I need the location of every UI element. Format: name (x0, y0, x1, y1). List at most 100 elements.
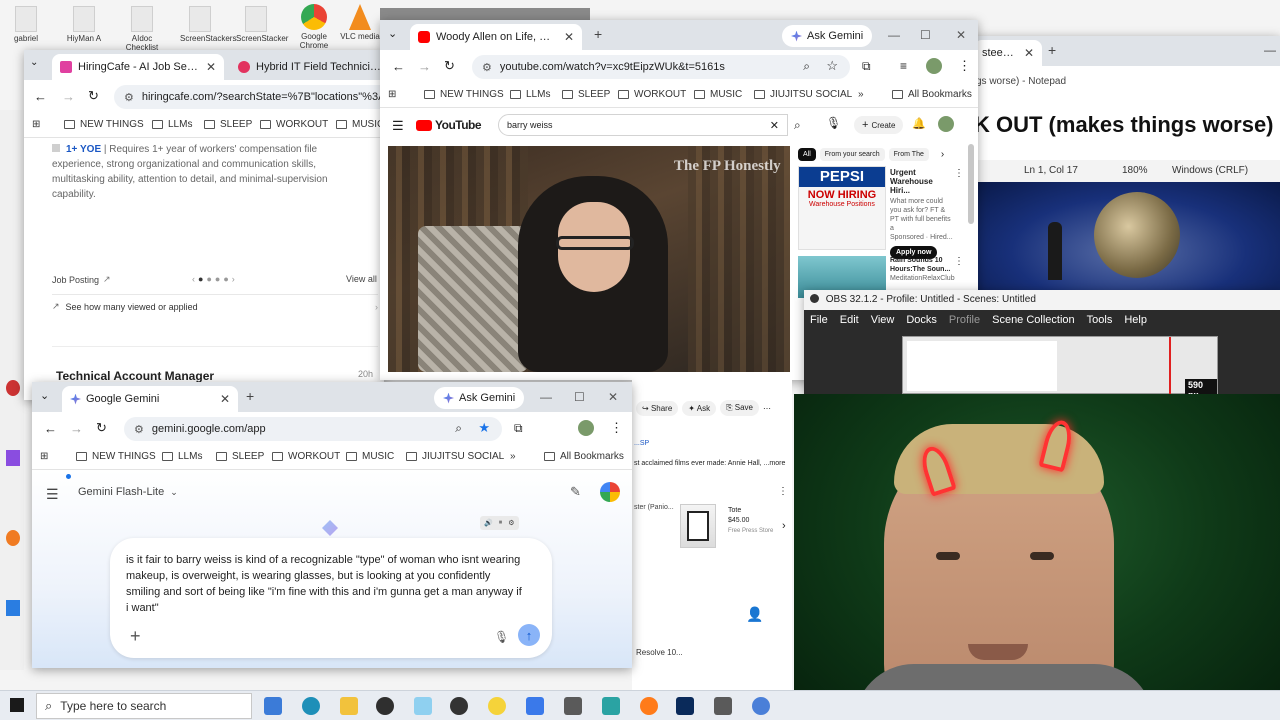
app-icon[interactable] (488, 697, 506, 715)
bookmark-folder[interactable]: MUSIC (346, 451, 394, 462)
bookmark-folder[interactable]: WORKOUT (272, 451, 340, 462)
bookmark-folder[interactable]: NEW THINGS (76, 451, 156, 462)
hamburger-menu-icon[interactable]: ☰ (392, 118, 404, 134)
rec-menu-icon[interactable]: ⋮ (954, 256, 964, 267)
gemini-menu-icon[interactable]: ☰ (46, 486, 59, 503)
ask-button[interactable]: ✦ Ask (682, 400, 717, 416)
tote-product-image[interactable] (680, 504, 716, 548)
chrome-taskbar-icon[interactable] (752, 697, 770, 715)
prompt-box[interactable]: is it fair to barry weiss is kind of a r… (110, 538, 552, 658)
youtube-avatar[interactable] (938, 116, 954, 132)
tab-notepad-source[interactable]: steen - Y ✕ (974, 40, 1042, 66)
app-icon[interactable] (6, 380, 20, 396)
firefox-icon[interactable] (640, 697, 658, 715)
start-icon[interactable] (10, 698, 24, 712)
bookmark-folder[interactable]: WORKOUT (260, 119, 328, 130)
extensions-icon[interactable]: ⧉ (862, 59, 871, 74)
menu-scene-collection[interactable]: Scene Collection (992, 314, 1075, 326)
zoom-icon[interactable]: ⌕ (455, 421, 462, 436)
tab-youtube-video[interactable]: Woody Allen on Life, Death—an ✕ (410, 24, 582, 50)
menu-edit[interactable]: Edit (840, 314, 859, 326)
reload-icon[interactable]: ↻ (444, 58, 455, 74)
app-icon[interactable] (6, 600, 20, 616)
chip-all[interactable]: All (798, 148, 816, 161)
scrollbar-thumb[interactable] (968, 144, 974, 224)
obs-preview[interactable]: 590 px (902, 336, 1218, 396)
menu-docks[interactable]: Docks (906, 314, 937, 326)
site-info-icon[interactable]: ⚙ (134, 423, 144, 436)
obs-taskbar-icon[interactable] (450, 697, 468, 715)
close-window-icon[interactable]: ✕ (956, 28, 966, 42)
extensions-icon[interactable]: ⧉ (514, 421, 523, 436)
see-viewed-row[interactable]: ↗ See how many viewed or applied › (52, 294, 378, 318)
notifications-bell-icon[interactable]: 🔔 (912, 117, 926, 130)
bookmark-folder[interactable]: SLEEP (562, 89, 610, 100)
photoshop-icon[interactable] (676, 697, 694, 715)
settings-gear-icon[interactable]: ⚙ (508, 519, 514, 527)
chip-from-the[interactable]: From The (888, 148, 929, 161)
app-icon[interactable] (376, 697, 394, 715)
address-bar[interactable]: ⚙ gemini.google.com/app ⌕ ★ (124, 417, 502, 441)
bookmark-folder[interactable]: MUSIC (336, 119, 384, 130)
desktop-icon[interactable]: gabriel (6, 6, 46, 43)
search-icon[interactable]: ⌕ (794, 118, 801, 133)
ask-gemini-button[interactable]: Ask Gemini (434, 387, 525, 409)
view-all-link[interactable]: View all (346, 274, 377, 284)
chrome-desktop-icon[interactable]: Google Chrome (294, 4, 334, 50)
site-info-icon[interactable]: ⚙ (124, 91, 134, 104)
menu-help[interactable]: Help (1124, 314, 1147, 326)
speaker-icon[interactable]: 🔊 (484, 519, 493, 527)
address-bar[interactable]: ⚙ hiringcafe.com/?searchState=%7B"locati… (114, 85, 384, 109)
app-icon[interactable] (6, 530, 20, 546)
maximize-icon[interactable]: ☐ (920, 28, 931, 42)
job-posting-link[interactable]: Job Posting ↗ (52, 274, 111, 285)
microphone-icon[interactable]: 🎙 (494, 630, 509, 644)
apps-grid-icon[interactable]: ⊞ (32, 119, 40, 130)
bookmark-folder[interactable]: LLMs (162, 451, 202, 462)
close-icon[interactable]: ✕ (1024, 46, 1034, 60)
ask-gemini-button[interactable]: Ask Gemini (782, 25, 873, 47)
youtube-search-input[interactable]: barry weiss ✕ (498, 114, 788, 136)
task-view-icon[interactable] (264, 697, 282, 715)
chip-from-search[interactable]: From your search (819, 148, 885, 161)
send-arrow-icon[interactable]: ↑ (518, 624, 540, 646)
menu-kebab-icon[interactable]: ⋮ (610, 420, 623, 436)
close-icon[interactable]: ✕ (564, 30, 574, 44)
menu-kebab-icon[interactable]: ⋮ (958, 58, 971, 74)
new-tab-icon[interactable]: + (246, 388, 254, 404)
app-icon[interactable] (714, 697, 732, 715)
edge-icon[interactable] (302, 697, 320, 715)
vlc-desktop-icon[interactable]: VLC media (340, 4, 380, 41)
chevron-left-icon[interactable]: ‹ (192, 274, 195, 284)
tab-hybrid-it[interactable]: Hybrid IT Field Technician and I (230, 54, 384, 80)
minimize-icon[interactable]: — (540, 390, 552, 404)
add-attachment-icon[interactable]: + (130, 626, 141, 647)
chevron-right-icon[interactable]: › (941, 149, 944, 160)
pause-icon[interactable]: ⏸ (499, 519, 503, 527)
bookmarks-overflow-icon[interactable]: » (510, 451, 516, 462)
bookmark-folder[interactable]: JIUJITSU SOCIAL (754, 89, 852, 100)
apps-grid-icon[interactable]: ⊞ (40, 451, 48, 462)
bookmarks-overflow-icon[interactable]: » (858, 89, 864, 100)
app-icon[interactable] (564, 697, 582, 715)
desktop-icon[interactable]: AIdoc Checklist (122, 6, 162, 52)
bookmark-folder[interactable]: LLMs (152, 119, 192, 130)
menu-file[interactable]: File (810, 314, 828, 326)
all-bookmarks-button[interactable]: All Bookmarks (544, 451, 624, 462)
save-button[interactable]: ⎘ Save (720, 400, 759, 416)
carousel-pager[interactable]: ‹ ● ● ● ● › (192, 274, 235, 284)
account-avatar[interactable] (600, 482, 620, 502)
bookmark-star-filled-icon[interactable]: ★ (478, 420, 490, 436)
ad-thumbnail[interactable]: PEPSI NOW HIRING Warehouse Positions (798, 166, 886, 250)
desktop-icon[interactable]: ScreenStacker (236, 6, 288, 43)
back-icon[interactable]: ← (44, 421, 57, 436)
ad-menu-icon[interactable]: ⋮ (954, 168, 964, 179)
forward-icon[interactable]: → (70, 421, 83, 436)
taskbar-search-input[interactable]: ⌕ Type here to search (36, 693, 252, 719)
bookmark-folder[interactable]: NEW THINGS (64, 119, 144, 130)
menu-view[interactable]: View (871, 314, 895, 326)
docs-icon[interactable] (526, 697, 544, 715)
reload-icon[interactable]: ↻ (88, 88, 99, 104)
notepad-editor[interactable]: K OUT (makes things worse) (972, 92, 1280, 160)
close-window-icon[interactable]: ✕ (608, 390, 618, 404)
